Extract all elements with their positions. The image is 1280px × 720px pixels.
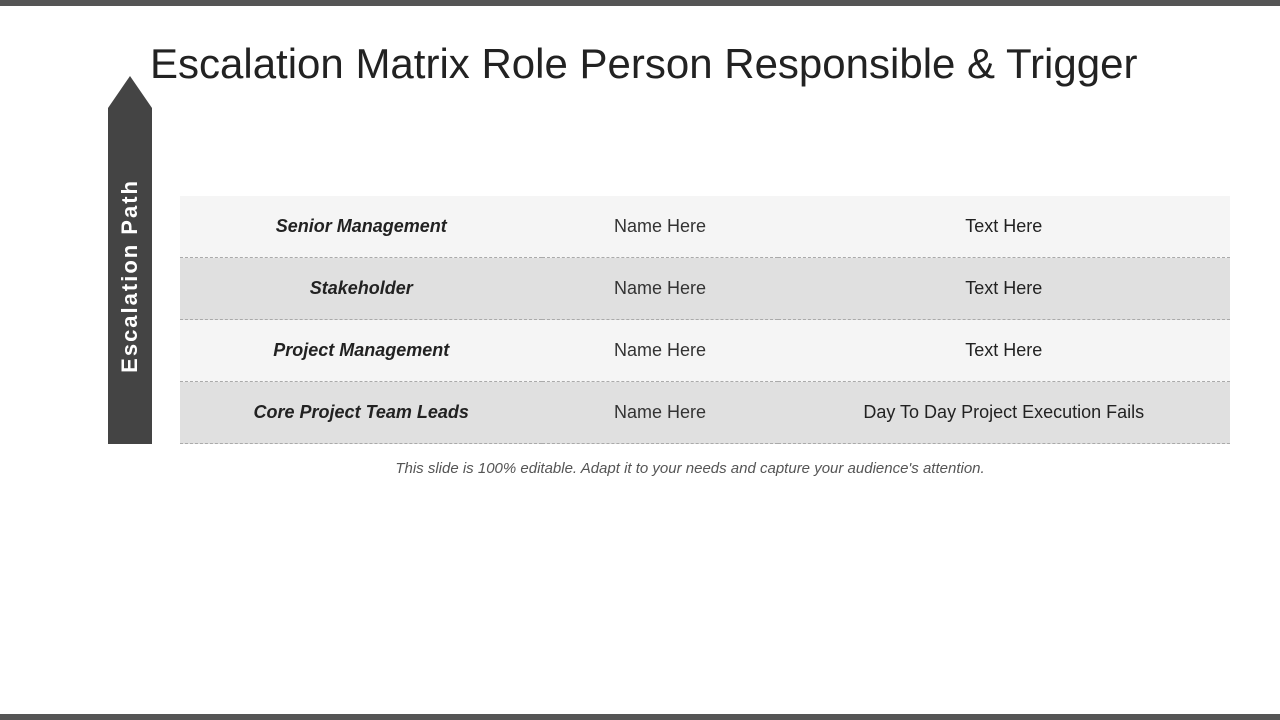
arrow-shaft: Escalation Path	[108, 108, 152, 444]
bottom-decorative-bar	[0, 714, 1280, 720]
header-person-text: PersonResponsible	[595, 126, 726, 177]
page-title: Escalation Matrix Role Person Responsibl…	[150, 30, 1230, 88]
cell-role: Core Project Team Leads	[180, 382, 542, 444]
header-person: PersonResponsible	[542, 108, 777, 196]
cell-role: Stakeholder	[180, 258, 542, 320]
footer-text: This slide is 100% editable. Adapt it to…	[150, 460, 1230, 477]
cell-role: Project Management	[180, 320, 542, 382]
slide: Escalation Matrix Role Person Responsibl…	[0, 0, 1280, 720]
table-row: Senior ManagementName HereText Here	[180, 196, 1230, 258]
cell-person: Name Here	[542, 258, 777, 320]
top-decorative-bar	[0, 0, 1280, 6]
cell-person: Name Here	[542, 382, 777, 444]
cell-role: Senior Management	[180, 196, 542, 258]
matrix-table: Role PersonResponsible Triggers When Sen…	[180, 108, 1230, 444]
header-role: Role	[180, 108, 542, 196]
table-row: Core Project Team LeadsName HereDay To D…	[180, 382, 1230, 444]
cell-trigger: Text Here	[778, 258, 1230, 320]
cell-trigger: Day To Day Project Execution Fails	[778, 382, 1230, 444]
table-row: Project ManagementName HereText Here	[180, 320, 1230, 382]
content-area: Escalation Path Role PersonResponsible T…	[90, 108, 1230, 444]
arrow-head	[108, 76, 152, 108]
table-row: StakeholderName HereText Here	[180, 258, 1230, 320]
header-trigger: Triggers When	[778, 108, 1230, 196]
escalation-label: Escalation Path	[117, 179, 143, 373]
cell-trigger: Text Here	[778, 320, 1230, 382]
cell-person: Name Here	[542, 196, 777, 258]
escalation-arrow: Escalation Path	[90, 108, 170, 444]
cell-person: Name Here	[542, 320, 777, 382]
cell-trigger: Text Here	[778, 196, 1230, 258]
